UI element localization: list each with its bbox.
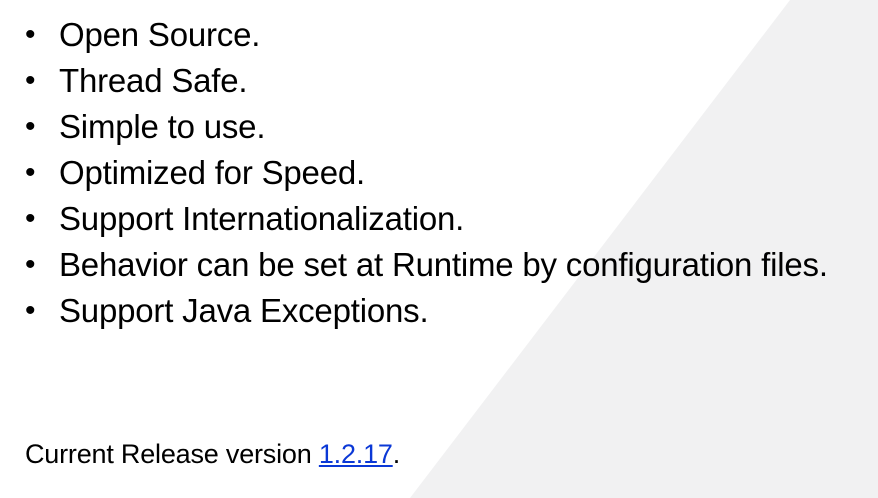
- feature-text: Support Internationalization.: [59, 200, 465, 237]
- current-release-line: Current Release version 1.2.17.: [25, 437, 400, 471]
- bullet-icon: •: [25, 18, 36, 51]
- list-item: • Behavior can be set at Runtime by confi…: [0, 246, 860, 284]
- release-prefix: Current Release version: [25, 439, 319, 469]
- feature-text: Simple to use.: [59, 108, 266, 145]
- feature-list: • Open Source. • Thread Safe. • Simple to u…: [0, 16, 860, 338]
- list-item: • Thread Safe.: [0, 62, 860, 100]
- bullet-icon: •: [25, 294, 36, 327]
- bullet-icon: •: [25, 202, 36, 235]
- feature-text: Optimized for Speed.: [59, 154, 365, 191]
- list-item: • Simple to use.: [0, 108, 860, 146]
- slide-content: • Open Source. • Thread Safe. • Simple to u…: [0, 0, 878, 498]
- list-item: • Support Internationalization.: [0, 200, 860, 238]
- bullet-icon: •: [25, 248, 36, 281]
- feature-text: Open Source.: [59, 16, 261, 53]
- feature-text: Behavior can be set at Runtime by config…: [59, 246, 828, 283]
- release-suffix: .: [392, 439, 401, 469]
- list-item: • Optimized for Speed.: [0, 154, 860, 192]
- release-version-link[interactable]: 1.2.17: [319, 439, 393, 469]
- bullet-icon: •: [25, 110, 36, 143]
- bullet-icon: •: [25, 64, 36, 97]
- feature-text: Thread Safe.: [59, 62, 248, 99]
- bullet-icon: •: [25, 156, 36, 189]
- list-item: • Support Java Exceptions.: [0, 292, 860, 330]
- feature-text: Support Java Exceptions.: [59, 292, 429, 329]
- list-item: • Open Source.: [0, 16, 860, 54]
